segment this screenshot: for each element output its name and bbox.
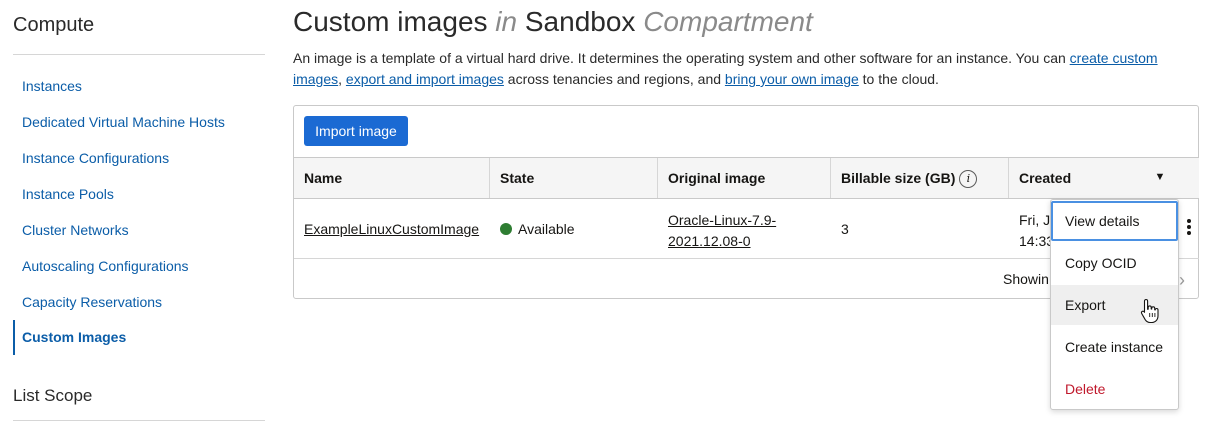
menu-item-delete[interactable]: Delete — [1051, 369, 1178, 409]
page-title-main: Custom images — [293, 6, 488, 37]
sidebar-item-dedicated-vm-hosts[interactable]: Dedicated Virtual Machine Hosts — [22, 114, 225, 130]
chevron-right-icon[interactable]: › — [1179, 270, 1185, 291]
column-header-state[interactable]: State — [490, 158, 657, 198]
pagination-summary: Showin — [1003, 271, 1049, 287]
sidebar-item-custom-images[interactable]: Custom Images — [22, 329, 126, 345]
created-line2: 14:33 — [1019, 233, 1055, 249]
info-icon[interactable]: i — [959, 170, 978, 189]
menu-item-view-details[interactable]: View details — [1051, 201, 1178, 241]
page-description: An image is a template of a virtual hard… — [293, 48, 1173, 90]
list-scope-heading: List Scope — [13, 386, 93, 405]
menu-item-create-instance[interactable]: Create instance — [1051, 327, 1178, 367]
sidebar-item-instance-pools[interactable]: Instance Pools — [22, 186, 114, 202]
column-header-billable-size-label: Billable size (GB) — [841, 170, 956, 186]
original-image-line2: 2021.12.08-0 — [668, 233, 751, 249]
column-header-billable-size[interactable]: Billable size (GB) i — [831, 158, 1008, 198]
state-cell: Available — [500, 221, 575, 237]
description-text: An image is a template of a virtual hard… — [293, 50, 1070, 66]
table-header: Name State Original image Billable size … — [294, 157, 1199, 199]
description-text: to the cloud. — [858, 71, 939, 87]
row-actions-kebab-icon[interactable] — [1185, 217, 1193, 241]
image-name-link[interactable]: ExampleLinuxCustomImage — [304, 221, 479, 237]
column-header-original-image[interactable]: Original image — [658, 158, 830, 198]
original-image-line1: Oracle-Linux-7.9- — [668, 212, 777, 228]
active-indicator — [13, 320, 15, 355]
created-line1: Fri, J — [1019, 212, 1051, 228]
sidebar-item-instances[interactable]: Instances — [22, 78, 82, 94]
state-label: Available — [518, 221, 575, 237]
page-title-in: in — [495, 6, 518, 37]
menu-item-copy-ocid[interactable]: Copy OCID — [1051, 243, 1178, 283]
list-scope-divider — [13, 420, 265, 421]
hand-cursor-icon — [1140, 298, 1159, 324]
caret-down-icon[interactable]: ▼ — [1153, 157, 1167, 197]
original-image-link[interactable]: Oracle-Linux-7.9- 2021.12.08-0 — [668, 210, 776, 252]
column-header-created[interactable]: Created — [1009, 158, 1199, 198]
sidebar-divider — [13, 54, 265, 55]
sidebar-item-capacity-reservations[interactable]: Capacity Reservations — [22, 294, 162, 310]
billable-size-value: 3 — [841, 221, 849, 237]
created-value: Fri, J 14:33 — [1019, 210, 1054, 252]
export-import-images-link[interactable]: export and import images — [346, 71, 504, 87]
sidebar-item-cluster-networks[interactable]: Cluster Networks — [22, 222, 129, 238]
bring-your-own-image-link[interactable]: bring your own image — [725, 71, 859, 87]
page-title-suffix: Compartment — [643, 6, 813, 37]
sidebar-item-instance-configurations[interactable]: Instance Configurations — [22, 150, 169, 166]
status-available-icon — [500, 223, 512, 235]
sidebar-item-autoscaling-configurations[interactable]: Autoscaling Configurations — [22, 258, 189, 274]
column-header-name[interactable]: Name — [294, 158, 489, 198]
import-image-button[interactable]: Import image — [304, 116, 408, 146]
page-title: Custom images in Sandbox Compartment — [293, 6, 813, 38]
description-text: , — [338, 71, 346, 87]
description-text: across tenancies and regions, and — [503, 71, 725, 87]
sidebar-title: Compute — [13, 14, 95, 36]
page-title-compartment: Sandbox — [524, 6, 636, 37]
